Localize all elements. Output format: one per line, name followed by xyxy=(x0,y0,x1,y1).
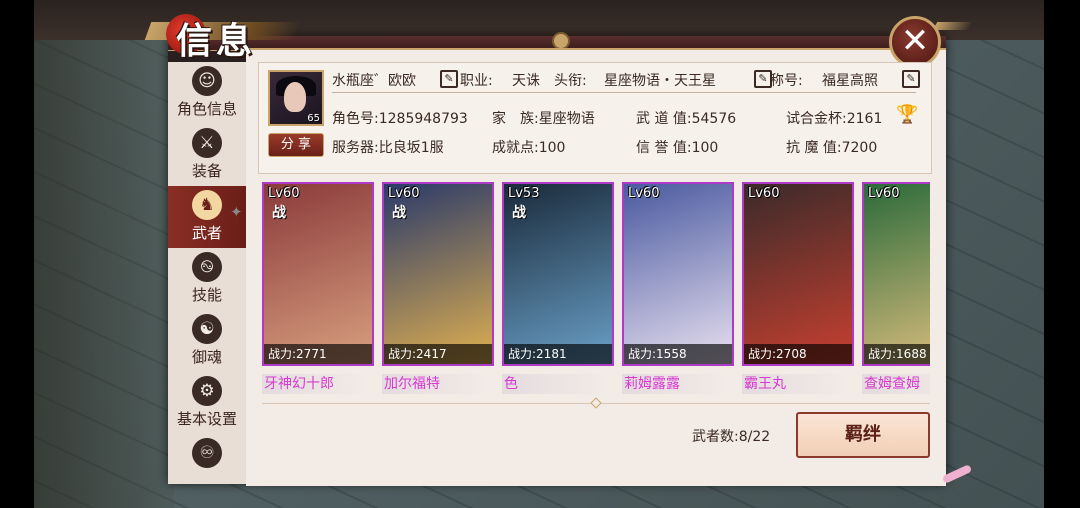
sidebar-item-label: 基本设置 xyxy=(176,410,237,428)
hero-card[interactable]: Lv60 战力:1558 xyxy=(622,182,734,366)
sidebar-item-label: 技能 xyxy=(191,286,222,304)
hero-level: Lv53 xyxy=(508,186,540,201)
hero-level: Lv60 xyxy=(868,186,900,201)
hero-name: 加尔福特 xyxy=(382,374,494,394)
hero-card[interactable]: Lv53 战 战力:2181 xyxy=(502,182,614,366)
sidebar-item-skills[interactable]: ࿊ 技能 xyxy=(168,248,246,310)
hero-card[interactable]: Lv60 战 战力:2417 xyxy=(382,182,494,366)
martial-value: 武 道 值:54576 xyxy=(636,111,737,127)
battle-stamp-icon: 战 xyxy=(272,205,286,221)
profile-header-line: 水瓶座゛欧欧 ✎ 职业: 天诛 头衔: 星座物语・天王星 ✎ 称号: 福星高照 … xyxy=(332,70,920,93)
hero-power: 战力:2771 xyxy=(264,344,372,364)
family: 家 族:星座物语 xyxy=(492,111,595,127)
screen-edge-left xyxy=(0,0,34,508)
cup-value: 试合金杯:2161 xyxy=(786,111,883,127)
player-avatar[interactable]: 65 xyxy=(268,70,324,126)
bond-button[interactable]: 羁绊 xyxy=(796,412,930,458)
reputation-value: 信 誉 值:100 xyxy=(636,140,719,156)
sidebar-item-label: 装备 xyxy=(191,162,222,180)
hero-power: 战力:1688 xyxy=(864,344,930,364)
sidebar-item-spirit[interactable]: ☯ 御魂 xyxy=(168,310,246,372)
title-value: 福星高照 xyxy=(822,73,878,89)
edit-title-icon[interactable]: ✎ xyxy=(902,70,920,88)
player-name: 水瓶座゛欧欧 xyxy=(332,73,416,89)
title-text: 信息 xyxy=(176,20,257,62)
hero-name: 色 xyxy=(502,374,614,394)
hero-name: 牙神幻十郎 xyxy=(262,374,374,394)
background-garden xyxy=(34,40,174,508)
hero-card[interactable]: Lv60 战力:2708 xyxy=(742,182,854,366)
hero-level: Lv60 xyxy=(748,186,780,201)
hero-power: 战力:2181 xyxy=(504,344,612,364)
hero-level: Lv60 xyxy=(388,186,420,201)
sidebar: ☺ 角色信息 ⚔ 装备 ♞ 武者 ࿊ 技能 ☯ 御魂 ⚙ 基本设置 ♾ xyxy=(168,62,246,484)
close-x-icon: ✕ xyxy=(900,21,930,61)
hero-portrait xyxy=(864,184,930,364)
hero-portrait xyxy=(744,184,852,364)
warrior-helmet-icon: ♞ xyxy=(192,190,222,220)
hero-count: 武者数:8/22 xyxy=(692,429,771,445)
avatar-face xyxy=(284,82,306,112)
hero-power: 战力:2417 xyxy=(384,344,492,364)
hero-power: 战力:1558 xyxy=(624,344,732,364)
sidebar-item-label: 角色信息 xyxy=(176,100,237,118)
hero-portrait xyxy=(624,184,732,364)
resist-value: 抗 魔 值:7200 xyxy=(786,140,878,156)
battle-stamp-icon: 战 xyxy=(392,205,406,221)
hero-card[interactable]: Lv60 战 战力:2771 xyxy=(262,182,374,366)
rank-value: 星座物语・天王星 xyxy=(604,73,716,89)
sidebar-item-equipment[interactable]: ⚔ 装备 xyxy=(168,124,246,186)
hero-name: 查姆查姆 xyxy=(862,374,930,394)
close-wing-decoration xyxy=(932,22,974,30)
sidebar-item-label: 武者 xyxy=(191,224,222,242)
avatar-level: 65 xyxy=(307,113,320,124)
close-button[interactable]: ✕ xyxy=(889,16,941,68)
gear-icon: ⚙ xyxy=(192,376,222,406)
screen-edge-right xyxy=(1044,0,1080,508)
petal-decoration xyxy=(941,464,973,484)
sidebar-item-basic-settings[interactable]: ⚙ 基本设置 xyxy=(168,372,246,434)
sidebar-item-more[interactable]: ♾ xyxy=(168,434,246,484)
spirit-mask-icon: ☯ xyxy=(192,314,222,344)
hero-level: Lv60 xyxy=(628,186,660,201)
hero-level: Lv60 xyxy=(268,186,300,201)
sidebar-item-character-info[interactable]: ☺ 角色信息 xyxy=(168,62,246,124)
swirl-skill-icon: ࿊ xyxy=(192,252,222,282)
achievement-points: 成就点:100 xyxy=(492,140,566,156)
sidebar-item-label: 御魂 xyxy=(191,348,222,366)
hero-name: 霸王丸 xyxy=(742,374,854,394)
rank-label: 头衔: xyxy=(554,73,587,89)
crossed-swords-icon: ⚔ xyxy=(192,128,222,158)
settings-icon: ♾ xyxy=(192,438,222,468)
share-button[interactable]: 分 享 xyxy=(268,133,324,157)
hero-card-list: Lv60 战 战力:2771 牙神幻十郎 Lv60 战 战力:2417 加尔福特… xyxy=(262,182,930,396)
edit-name-icon[interactable]: ✎ xyxy=(440,70,458,88)
hero-power: 战力:2708 xyxy=(744,344,852,364)
hero-name: 莉姆露露 xyxy=(622,374,734,394)
character-icon: ☺ xyxy=(192,66,222,96)
role-id: 角色号:1285948793 xyxy=(332,111,468,127)
server: 服务器:比良坂1服 xyxy=(332,140,444,156)
hero-card[interactable]: Lv60 战力:1688 xyxy=(862,182,930,366)
trophy-icon: 🏆 xyxy=(896,104,919,125)
job-value: 天诛 xyxy=(512,73,540,89)
battle-stamp-icon: 战 xyxy=(512,205,526,221)
title-label: 称号: xyxy=(770,73,803,89)
panel-title: 信息 xyxy=(140,6,302,62)
job-label: 职业: xyxy=(460,73,493,89)
shuriken-icon: ✦ xyxy=(230,203,243,221)
